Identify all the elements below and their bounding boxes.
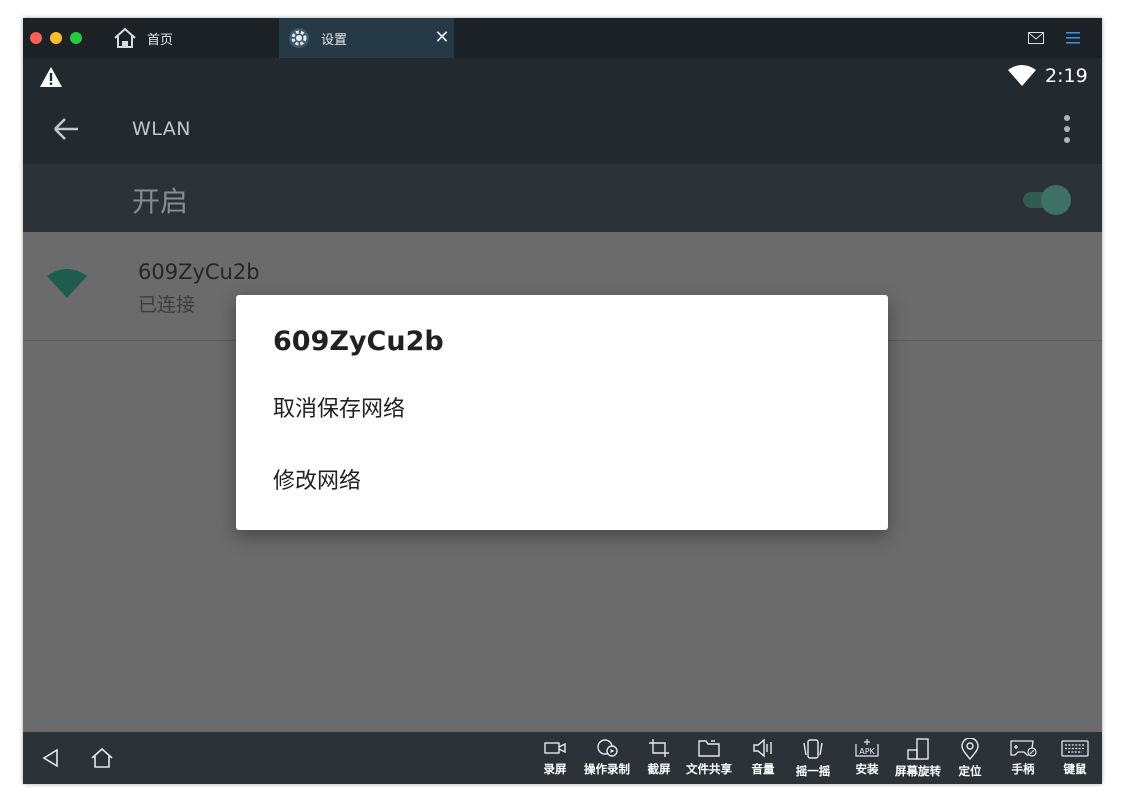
rotate-screen-icon — [905, 738, 931, 760]
status-time: 2:19 — [1045, 65, 1088, 87]
mail-icon[interactable] — [1026, 28, 1046, 48]
gamepad-button[interactable]: 手柄 — [1007, 738, 1039, 784]
wlan-toggle-thumb[interactable] — [1041, 185, 1071, 215]
svg-text:APK: APK — [859, 747, 875, 756]
location-button[interactable]: 定位 — [956, 738, 984, 784]
crop-icon — [647, 738, 671, 758]
back-nav-icon[interactable] — [37, 744, 65, 772]
screenshot-button[interactable]: 截屏 — [645, 738, 673, 784]
record-screen-button[interactable]: 录屏 — [541, 738, 569, 784]
gear-icon — [287, 26, 311, 50]
tab-home[interactable]: 首页 — [109, 18, 279, 58]
switch-label: 开启 — [132, 185, 189, 218]
gamepad-icon — [1007, 738, 1039, 758]
volume-button[interactable]: 音量 — [749, 738, 777, 784]
menu-icon[interactable] — [1063, 28, 1083, 48]
apk-install-icon: APK — [853, 738, 881, 758]
wlan-switch-bar[interactable]: 开启 — [23, 164, 1102, 232]
tab-settings-label: 设置 — [321, 32, 348, 48]
network-dialog: 609ZyCu2b 取消保存网络 修改网络 — [236, 295, 888, 530]
wifi-signal-icon — [47, 268, 87, 302]
more-options-icon[interactable] — [1059, 112, 1075, 146]
location-pin-icon — [959, 738, 981, 760]
shake-button[interactable]: 摇一摇 — [793, 738, 833, 784]
file-share-button[interactable]: 文件共享 — [683, 738, 735, 784]
volume-icon — [751, 738, 775, 758]
wifi-icon — [1008, 65, 1036, 91]
android-status-bar: 2:19 — [23, 58, 1102, 96]
emulator-toolbar: 录屏 操作录制 截屏 文件共享 音量 摇一摇 APK 安装 屏幕旋转 定位 手柄… — [23, 732, 1102, 784]
folder-icon — [697, 738, 721, 758]
home-nav-icon[interactable] — [88, 744, 116, 772]
install-apk-button[interactable]: APK 安装 — [852, 738, 882, 784]
back-arrow-icon[interactable] — [51, 114, 81, 144]
tab-settings[interactable]: 设置 ✕ — [279, 18, 454, 58]
maximize-window-button[interactable] — [70, 32, 82, 44]
forget-network-option[interactable]: 取消保存网络 — [236, 379, 888, 441]
video-camera-icon — [543, 738, 567, 758]
page-title: WLAN — [132, 118, 192, 140]
minimize-window-button[interactable] — [50, 32, 62, 44]
operation-record-button[interactable]: 操作录制 — [581, 738, 633, 784]
close-window-button[interactable] — [30, 32, 42, 44]
title-bar: 首页 设置 ✕ — [23, 18, 1102, 58]
keyboard-icon — [1060, 738, 1090, 758]
app-bar: WLAN — [23, 96, 1102, 164]
close-icon[interactable]: ✕ — [430, 26, 454, 50]
network-status: 已连接 — [138, 294, 196, 316]
keyboard-mouse-button[interactable]: 键鼠 — [1059, 738, 1091, 784]
dialog-title: 609ZyCu2b — [273, 326, 444, 357]
home-icon — [113, 26, 137, 50]
operation-record-icon — [594, 738, 620, 758]
tab-home-label: 首页 — [147, 32, 174, 48]
modify-network-option[interactable]: 修改网络 — [236, 451, 888, 513]
emulator-window: 首页 设置 ✕ 2:19 WLAN 开启 609ZyCu2b 已连接 609Zy… — [23, 18, 1102, 784]
rotate-screen-button[interactable]: 屏幕旋转 — [892, 738, 944, 784]
network-name: 609ZyCu2b — [138, 260, 260, 284]
shake-icon — [800, 738, 826, 760]
warning-icon — [39, 66, 63, 92]
